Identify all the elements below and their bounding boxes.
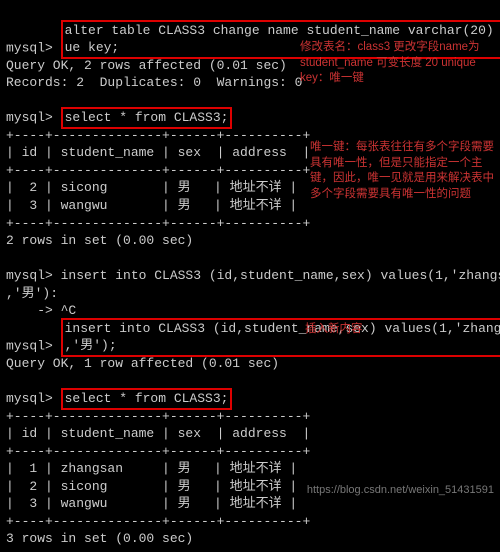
result-ok-2: Query OK, 1 row affected (0.01 sec) <box>6 356 279 371</box>
cmd-insert-bad-1: mysql> insert into CLASS3 (id,student_na… <box>6 268 500 283</box>
cmd-insert-bad-2: ,'男'): <box>6 286 58 301</box>
result-rows-1: 2 rows in set (0.00 sec) <box>6 233 193 248</box>
table-sep: +----+--------------+------+----------+ <box>6 514 310 529</box>
table-sep: +----+--------------+------+----------+ <box>6 444 310 459</box>
mysql-prompt: mysql> <box>6 391 61 406</box>
highlight-insert: insert into CLASS3 (id,student_name,sex)… <box>61 318 500 357</box>
cmd-select-2: select * from CLASS3; <box>65 391 229 406</box>
cmd-alter-part2: ue key; <box>65 40 120 55</box>
table-row: | 3 | wangwu | 男 | 地址不详 | <box>6 496 297 511</box>
mysql-prompt: mysql> <box>6 110 61 125</box>
ctrl-c: -> ^C <box>6 303 76 318</box>
table-row: | 3 | wangwu | 男 | 地址不详 | <box>6 198 297 213</box>
table-row: | 2 | sicong | 男 | 地址不详 | <box>6 180 297 195</box>
cmd-insert-1: insert into CLASS3 (id,student_name,sex)… <box>65 321 500 336</box>
table-row: | 1 | zhangsan | 男 | 地址不详 | <box>6 461 297 476</box>
table-sep: +----+--------------+------+----------+ <box>6 216 310 231</box>
result-rows-2: 3 rows in set (0.00 sec) <box>6 531 193 546</box>
result-records: Records: 2 Duplicates: 0 Warnings: 0 <box>6 75 302 90</box>
table-header: | id | student_name | sex | address | <box>6 145 310 160</box>
cmd-select-1: select * from CLASS3; <box>65 110 229 125</box>
highlight-select-2: select * from CLASS3; <box>61 388 233 410</box>
table-header: | id | student_name | sex | address | <box>6 426 310 441</box>
highlight-select-1: select * from CLASS3; <box>61 107 233 129</box>
table-sep: +----+--------------+------+----------+ <box>6 128 310 143</box>
annotation-3: 插入新内容 <box>305 322 425 338</box>
mysql-prompt: mysql> <box>6 338 61 353</box>
table-sep: +----+--------------+------+----------+ <box>6 409 310 424</box>
watermark: https://blog.csdn.net/weixin_51431591 <box>307 484 494 496</box>
result-ok-1: Query OK, 2 rows affected (0.01 sec) <box>6 58 287 73</box>
annotation-2: 唯一键：每张表往往有多个字段需要具有唯一性，但是只能指定一个主键，因此，唯一见就… <box>310 140 495 202</box>
mysql-prompt: mysql> <box>6 40 61 55</box>
cmd-insert-2: ,'男'); <box>65 338 117 353</box>
table-sep: +----+--------------+------+----------+ <box>6 163 310 178</box>
table-row: | 2 | sicong | 男 | 地址不详 | <box>6 479 297 494</box>
annotation-1: 修改表名：class3 更改字段name为student_name 可变长度 2… <box>300 40 490 87</box>
cmd-alter-part1: alter table CLASS3 change name student_n… <box>65 23 500 38</box>
